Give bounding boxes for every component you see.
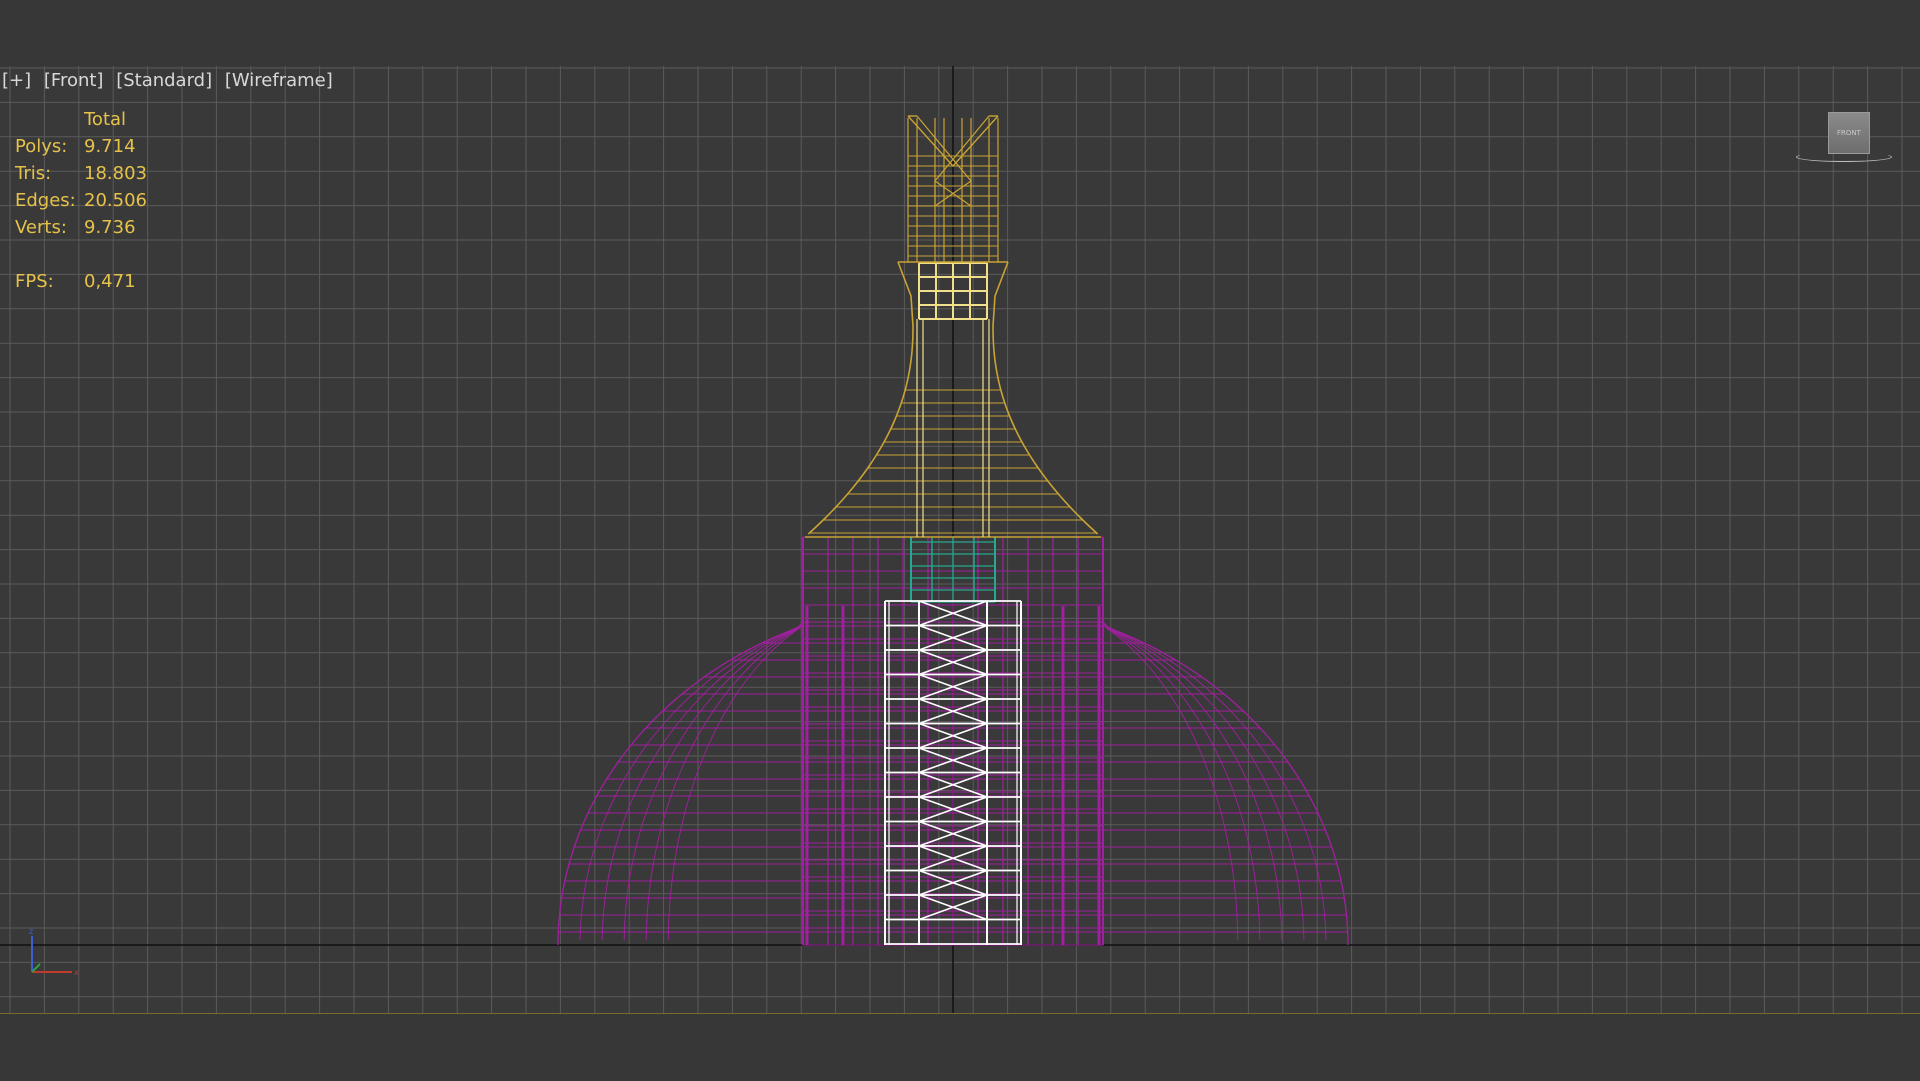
viewport-plus-menu[interactable]: [+] bbox=[2, 70, 31, 91]
stats-value: 18.803 bbox=[84, 163, 147, 184]
dome-shell-left bbox=[667, 610, 804, 941]
stats-value: 0,471 bbox=[84, 271, 136, 292]
stats-row-verts: Verts: 9.736 bbox=[15, 214, 147, 241]
dome-shell-right bbox=[1102, 610, 1261, 941]
lantern-cap-right bbox=[992, 261, 1009, 327]
top-band bbox=[0, 0, 1920, 66]
stats-key: Edges: bbox=[15, 190, 76, 211]
stats-key: Polys: bbox=[15, 136, 68, 157]
stats-row-edges: Edges: 20.506 bbox=[15, 187, 147, 214]
dome-shell-right bbox=[1102, 610, 1349, 941]
spire-cone-right bbox=[992, 325, 1099, 535]
stats-row-fps: FPS: 0,471 bbox=[15, 268, 147, 295]
stats-value: 9.736 bbox=[84, 217, 136, 238]
stats-row-tris: Tris: 18.803 bbox=[15, 160, 147, 187]
viewport-label-menu[interactable]: [+] [Front] [Standard] [Wireframe] bbox=[2, 70, 339, 91]
dome-shell-left bbox=[579, 610, 804, 941]
bottom-band bbox=[0, 1013, 1920, 1081]
stats-key: Verts: bbox=[15, 217, 67, 238]
svg-text:x: x bbox=[74, 968, 79, 977]
front-viewport[interactable]: [+] [Front] [Standard] [Wireframe] Total… bbox=[0, 66, 1920, 1013]
dome-shell-left bbox=[601, 610, 804, 941]
dome-shell-left bbox=[623, 610, 804, 941]
stats-key: Tris: bbox=[15, 163, 52, 184]
stats-row-polys: Polys: 9.714 bbox=[15, 133, 147, 160]
svg-text:z: z bbox=[29, 928, 33, 936]
wireframe-scene[interactable] bbox=[0, 66, 1920, 1013]
viewcube-icon[interactable]: FRONT bbox=[1790, 112, 1900, 172]
viewport-point-of-view-menu[interactable]: [Front] bbox=[44, 70, 104, 91]
stats-header: Total bbox=[84, 109, 127, 130]
lantern-cap-left bbox=[897, 261, 914, 327]
stats-spacer bbox=[15, 241, 147, 268]
spire-cone-left bbox=[807, 325, 914, 535]
viewcube-front-face[interactable]: FRONT bbox=[1828, 112, 1870, 154]
viewport-shading-preset-menu[interactable]: [Standard] bbox=[116, 70, 212, 91]
viewcube-compass-ring[interactable] bbox=[1796, 152, 1892, 162]
dome-shell-left bbox=[645, 610, 804, 941]
axis-tripod-icon: z x bbox=[29, 928, 79, 977]
dome-shell-right bbox=[1102, 610, 1305, 941]
dome-shell-right bbox=[1102, 610, 1283, 941]
stats-value: 9.714 bbox=[84, 136, 136, 157]
stats-value: 20.506 bbox=[84, 190, 147, 211]
viewport-visual-style-menu[interactable]: [Wireframe] bbox=[225, 70, 333, 91]
statistics-overlay: Total Polys: 9.714 Tris: 18.803 Edges: 2… bbox=[15, 106, 147, 295]
dome-shell-right bbox=[1102, 610, 1239, 941]
stats-key: FPS: bbox=[15, 271, 54, 292]
